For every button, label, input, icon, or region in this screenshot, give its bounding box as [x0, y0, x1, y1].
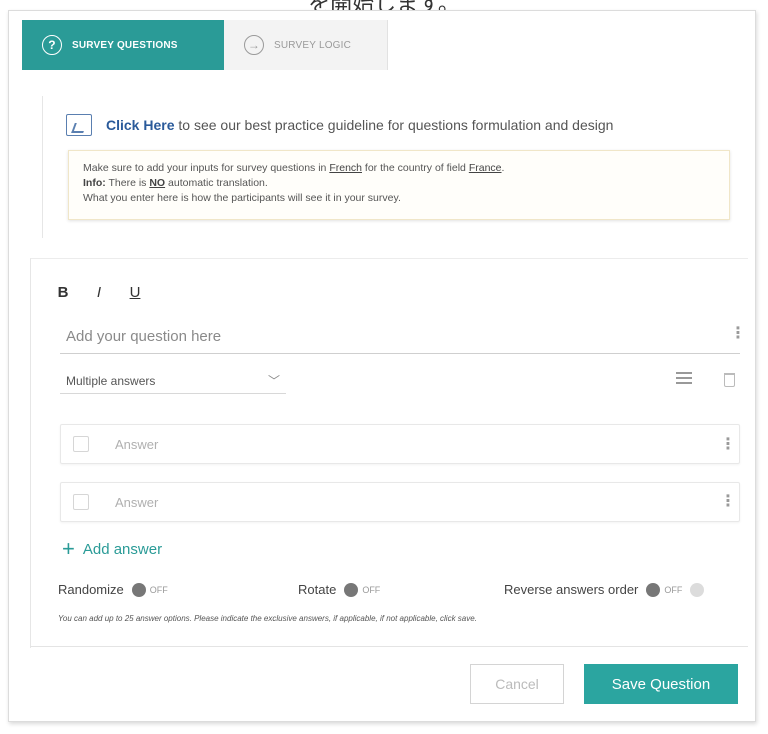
randomize-toggle[interactable]: OFF — [131, 582, 168, 597]
toggle-knob — [131, 582, 146, 597]
note-info-label: Info: — [83, 177, 106, 189]
arrow-circle-icon: → — [244, 35, 264, 55]
cancel-button[interactable]: Cancel — [470, 664, 564, 704]
tab-survey-questions-label: SURVEY QUESTIONS — [72, 39, 178, 51]
note-text: automatic translation. — [168, 177, 268, 189]
note-text: for the country of field — [364, 162, 466, 174]
rotate-option: Rotate OFF — [298, 582, 380, 597]
tab-survey-logic[interactable]: → SURVEY LOGIC — [224, 20, 388, 70]
reverse-order-label: Reverse answers order — [504, 582, 639, 597]
rotate-label: Rotate — [298, 582, 337, 597]
toggle-state: OFF — [362, 584, 381, 595]
tab-survey-logic-label: SURVEY LOGIC — [274, 39, 352, 51]
reverse-order-option: Reverse answers order OFF — [504, 582, 705, 597]
answer-input[interactable]: Answer — [115, 495, 158, 510]
plus-icon: + — [62, 536, 75, 561]
note-language: French — [329, 162, 362, 174]
answer-more-icon[interactable]: ⋮ — [720, 494, 736, 510]
toggle-knob — [646, 582, 661, 597]
add-answer-button[interactable]: + Add answer — [62, 538, 162, 560]
answer-checkbox[interactable] — [73, 436, 89, 452]
info-icon[interactable] — [690, 582, 705, 597]
answer-options-hint: You can add up to 25 answer options. Ple… — [58, 614, 477, 623]
toggle-state: OFF — [664, 584, 683, 595]
answer-input[interactable]: Answer — [115, 437, 158, 452]
randomize-option: Randomize OFF — [58, 582, 168, 597]
note-text: What you enter here is how the participa… — [83, 192, 401, 204]
randomize-label: Randomize — [58, 582, 124, 597]
document-icon — [66, 114, 92, 136]
list-settings-icon[interactable] — [676, 372, 692, 386]
question-circle-icon: ? — [42, 35, 62, 55]
chevron-down-icon: ﹀ — [267, 374, 280, 388]
guideline-text: to see our best practice guideline for q… — [178, 117, 614, 133]
save-question-button[interactable]: Save Question — [584, 664, 738, 704]
translation-note: Make sure to add your inputs for survey … — [68, 150, 730, 220]
bold-button[interactable]: B — [56, 284, 70, 301]
toggle-knob — [344, 582, 359, 597]
guideline-line: Click Here to see our best practice guid… — [66, 114, 613, 136]
note-no-word: NO — [149, 177, 166, 189]
click-here-link[interactable]: Click Here — [106, 117, 174, 133]
note-text: Make sure to add your inputs for survey … — [83, 162, 327, 174]
note-country: France — [468, 162, 502, 174]
footer-divider — [30, 646, 748, 647]
answer-more-icon[interactable]: ⋮ — [720, 437, 736, 453]
answer-row[interactable]: Answer — [60, 424, 740, 464]
answer-row[interactable]: Answer — [60, 482, 740, 522]
answer-type-select[interactable]: Multiple answers ﹀ — [60, 368, 286, 394]
format-toolbar: B I U — [56, 284, 142, 301]
trash-icon[interactable] — [724, 373, 735, 387]
add-answer-label: Add answer — [82, 540, 163, 558]
rotate-toggle[interactable]: OFF — [344, 582, 381, 597]
tab-survey-questions[interactable]: ? SURVEY QUESTIONS — [22, 20, 224, 70]
answer-checkbox[interactable] — [73, 494, 89, 510]
toggle-state: OFF — [149, 584, 168, 595]
italic-button[interactable]: I — [92, 284, 106, 301]
note-text: There is — [108, 177, 147, 189]
tab-bar: ? SURVEY QUESTIONS → SURVEY LOGIC — [22, 20, 388, 70]
question-more-icon[interactable]: ⋮ — [730, 326, 746, 342]
question-input[interactable]: Add your question here — [60, 320, 740, 354]
underline-button[interactable]: U — [128, 284, 142, 301]
reverse-order-toggle[interactable]: OFF — [646, 582, 683, 597]
note-text: . — [501, 162, 505, 174]
answer-type-value: Multiple answers — [66, 373, 156, 388]
